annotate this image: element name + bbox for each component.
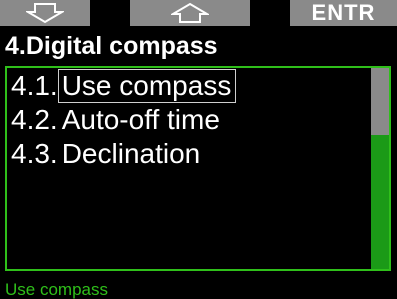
menu-item-label: Declination <box>61 138 201 169</box>
menu-item-auto-off-time[interactable]: 4.2. Auto-off time <box>11 103 236 137</box>
menu-item-declination[interactable]: 4.3. Declination <box>11 137 236 171</box>
down-softkey[interactable] <box>0 0 90 26</box>
menu-item-number: 4.1. <box>11 70 58 101</box>
status-text: Use compass <box>5 280 108 299</box>
enter-softkey-label: ENTR <box>311 0 376 25</box>
menu-list: 4.1. Use compass 4.2. Auto-off time 4.3. De… <box>11 69 237 171</box>
menu-item-label: Auto-off time <box>61 104 220 135</box>
enter-softkey[interactable]: ENTR <box>290 0 397 26</box>
arrow-down-icon <box>26 3 64 24</box>
menu-item-label: Use compass <box>57 69 237 103</box>
menu-item-use-compass[interactable]: 4.1. Use compass <box>11 69 237 103</box>
arrow-up-icon <box>171 2 209 23</box>
scrollbar[interactable] <box>371 68 389 269</box>
menu-item-number: 4.2. <box>11 104 58 135</box>
page-title: 4.Digital compass <box>5 32 218 60</box>
up-softkey[interactable] <box>130 0 250 26</box>
menu-list-box: 4.1. Use compass 4.2. Auto-off time 4.3. De… <box>5 66 391 271</box>
menu-item-number: 4.3. <box>11 138 58 169</box>
scrollbar-thumb[interactable] <box>371 68 389 135</box>
softkey-bar: ENTR <box>0 0 397 30</box>
